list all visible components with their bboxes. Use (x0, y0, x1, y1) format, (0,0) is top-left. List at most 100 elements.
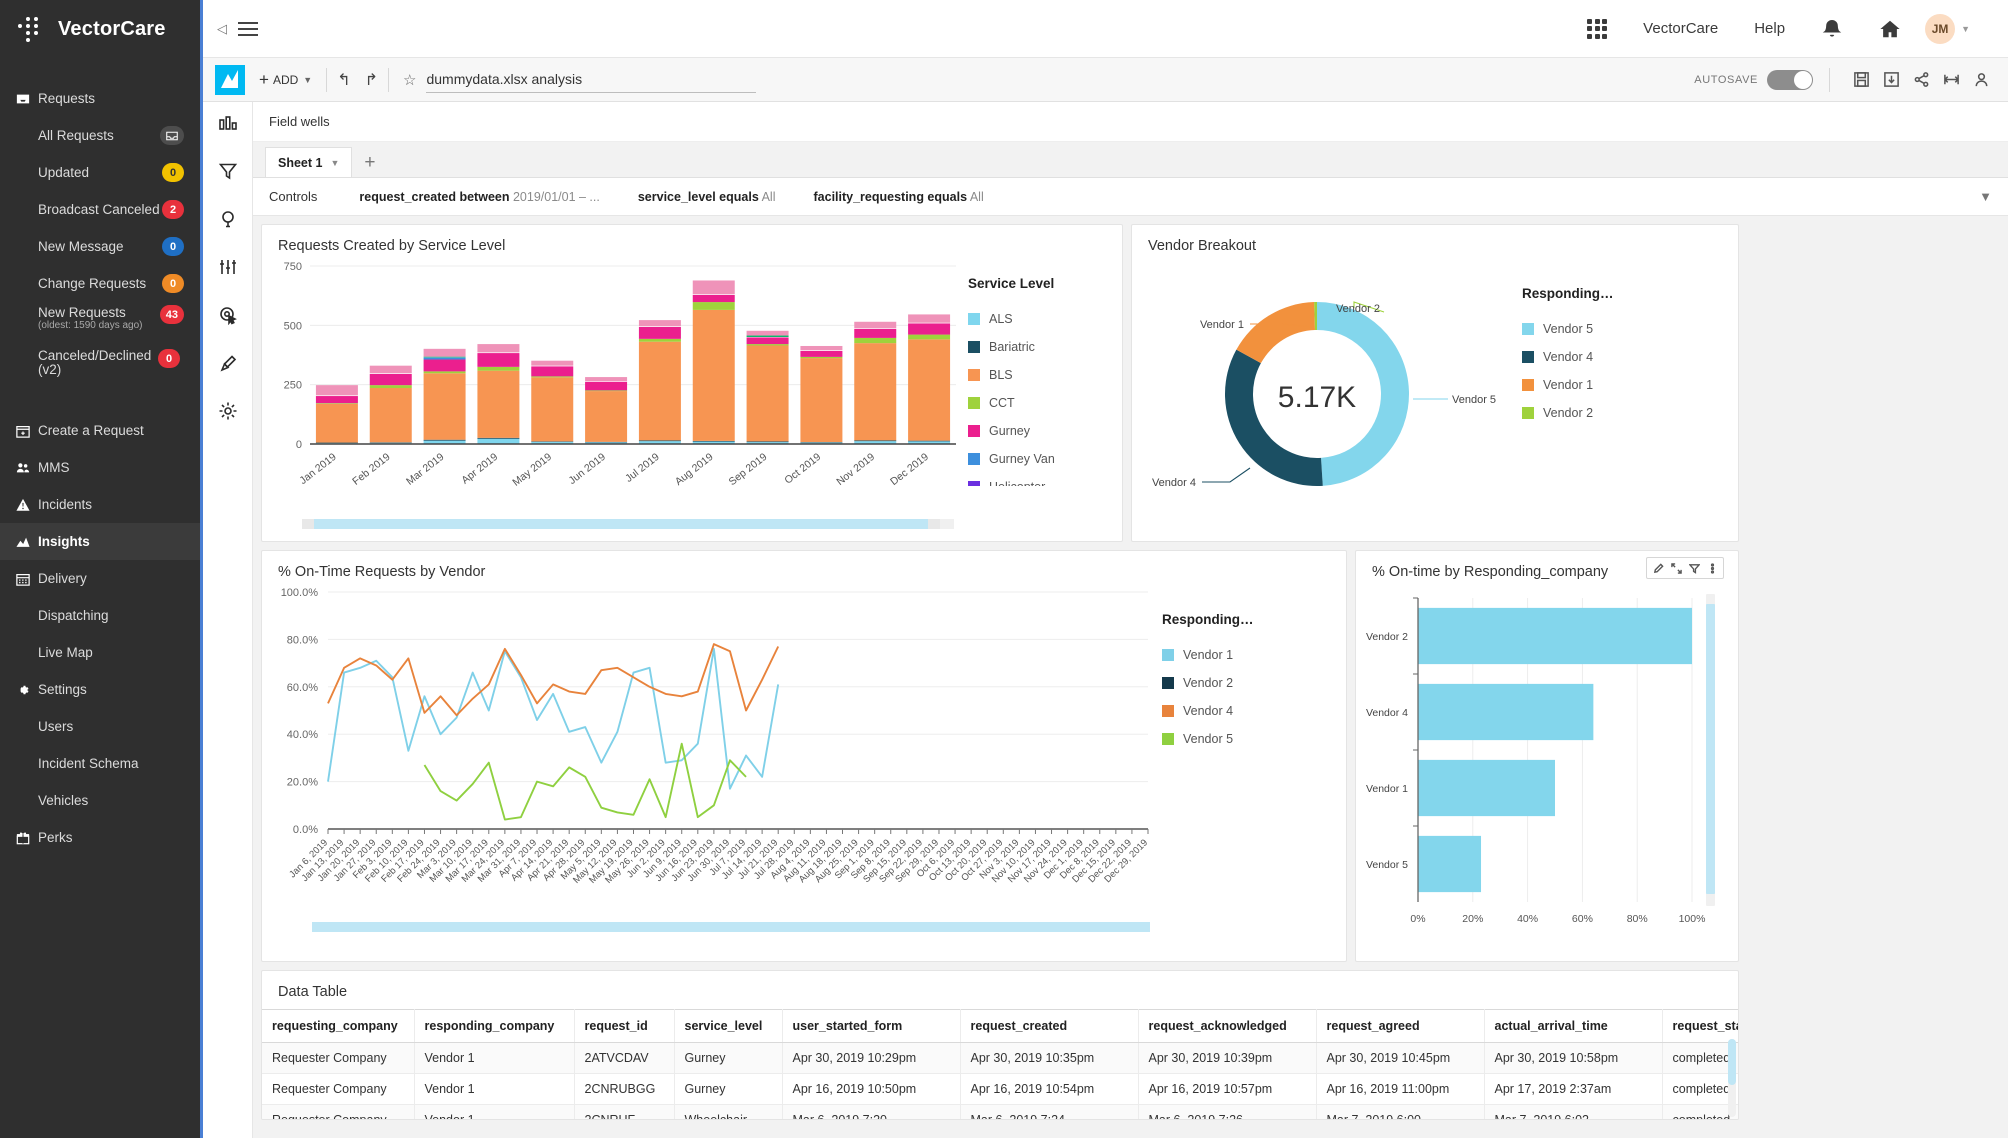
sidebar-item-incidents[interactable]: Incidents (0, 486, 200, 523)
sidebar-item-vehicles[interactable]: Vehicles (0, 782, 200, 819)
scroll-right-end[interactable] (928, 519, 940, 529)
filter-facility-requesting[interactable]: facility_requesting equals All (814, 190, 984, 204)
table-column-header[interactable]: service_level (674, 1009, 783, 1043)
legend-item[interactable]: Helicopter (968, 473, 1118, 486)
table-column-header[interactable]: actual_arrival_time (1484, 1009, 1663, 1043)
legend-item[interactable]: Vendor 1 (1162, 641, 1342, 669)
legend-item[interactable]: Vendor 4 (1522, 343, 1722, 371)
legend-item[interactable]: Gurney (968, 417, 1118, 445)
scroll-thumb[interactable] (1728, 1039, 1736, 1085)
donut-chart[interactable]: 5.17K Vendor 2 Vendor 1 Vendor 5 Vendor 4 (1132, 254, 1522, 529)
add-button[interactable]: + ADD ▼ (255, 70, 316, 90)
legend-item[interactable]: CCT (968, 389, 1118, 417)
bar-chart-icon[interactable] (213, 108, 243, 138)
chart-horizontal-scrollbar[interactable] (302, 519, 954, 529)
legend-item[interactable]: Vendor 2 (1162, 669, 1342, 697)
table-column-header[interactable]: request_id (574, 1009, 675, 1043)
stacked-bar-chart[interactable]: 0 250 500 750 Jan 2019 Feb 2019 Mar 2019 Apr 20… (262, 254, 968, 529)
sidebar-item-broadcast-canceled[interactable]: Broadcast Canceled 2 (0, 191, 200, 228)
sidebar-header-requests[interactable]: Requests (0, 80, 200, 117)
table-column-header[interactable]: responding_company (414, 1009, 575, 1043)
filter-icon[interactable] (1685, 558, 1703, 578)
brush-icon[interactable] (213, 348, 243, 378)
table-vertical-scrollbar[interactable] (1728, 1039, 1736, 1117)
notifications-button[interactable] (1803, 0, 1861, 58)
sidebar-item-new-message[interactable]: New Message 0 (0, 228, 200, 265)
line-chart[interactable]: 0.0% 20.0% 40.0% 60.0% 80.0% 100.0% Jan 6, 201… (262, 580, 1162, 932)
sidebar-item-perks[interactable]: Perks (0, 819, 200, 856)
quicksight-app-icon[interactable] (215, 64, 245, 95)
table-row[interactable]: Requester Company Vendor 1 2ATVCDAV Gurney A… (262, 1042, 1738, 1074)
document-name-input[interactable]: dummydata.xlsx analysis (426, 67, 757, 93)
sidebar-item-new-requests[interactable]: New Requests (oldest: 1590 days ago) 43 (0, 302, 200, 346)
sidebar-item-all-requests[interactable]: All Requests (0, 117, 200, 154)
legend-item[interactable]: Vendor 1 (1522, 371, 1722, 399)
help-link[interactable]: Help (1736, 0, 1803, 58)
collapse-sidebar-icon[interactable]: ◁ (213, 21, 231, 37)
sidebar-item-mms[interactable]: MMS (0, 449, 200, 486)
edit-pencil-icon[interactable] (1649, 558, 1667, 578)
favorite-star-icon[interactable]: ☆ (403, 71, 416, 89)
scroll-thumb[interactable] (314, 519, 928, 529)
legend-item[interactable]: Vendor 5 (1522, 315, 1722, 343)
lightbulb-icon[interactable] (213, 204, 243, 234)
legend-item[interactable]: Vendor 2 (1522, 399, 1722, 427)
table-column-header[interactable]: user_started_form (782, 1009, 961, 1043)
save-icon[interactable] (1846, 65, 1876, 95)
share-icon[interactable] (1906, 65, 1936, 95)
sidebar-item-create-a-request[interactable]: Create a Request (0, 412, 200, 449)
redo-icon[interactable]: ↱ (365, 70, 378, 90)
sidebar-item-canceled-declined[interactable]: Canceled/Declined (v2) 0 (0, 346, 200, 390)
sidebar-item-delivery[interactable]: Delivery (0, 560, 200, 597)
download-icon[interactable] (1876, 65, 1906, 95)
table-column-header[interactable]: request_agreed (1316, 1009, 1485, 1043)
table-column-header[interactable]: request_acknowledged (1138, 1009, 1317, 1043)
resize-width-icon[interactable] (1936, 65, 1966, 95)
table-column-header[interactable]: request_created (960, 1009, 1139, 1043)
person-icon[interactable] (1966, 65, 1996, 95)
filter-service-level[interactable]: service_level equals All (638, 190, 776, 204)
table-row[interactable]: Requester Company Vendor 1 2CNRUF Wheelchai… (262, 1104, 1738, 1119)
table-row[interactable]: Requester Company Vendor 1 2CNRUBGG Gurney A… (262, 1073, 1738, 1105)
horizontal-bar-chart[interactable]: 0% 20% 40% 60% 80% 100% Vendor 2 Vendor 4 Vendor… (1356, 580, 1738, 953)
sliders-icon[interactable] (213, 252, 243, 282)
sidebar-item-users[interactable]: Users (0, 708, 200, 745)
chart-horizontal-scrollbar[interactable] (312, 922, 1150, 932)
sidebar-item-updated[interactable]: Updated 0 (0, 154, 200, 191)
home-button[interactable] (1861, 0, 1919, 58)
apps-grid-button[interactable] (1569, 0, 1625, 58)
autosave-toggle[interactable] (1767, 69, 1813, 90)
sidebar-item-live-map[interactable]: Live Map (0, 634, 200, 671)
legend-item[interactable]: Bariatric (968, 333, 1118, 361)
legend-item[interactable]: BLS (968, 361, 1118, 389)
legend-item[interactable]: Gurney Van (968, 445, 1118, 473)
sidebar-item-dispatching[interactable]: Dispatching (0, 597, 200, 634)
sidebar-item-incident-schema[interactable]: Incident Schema (0, 745, 200, 782)
brand-logo[interactable]: VectorCare (0, 0, 200, 58)
filter-request-created[interactable]: request_created between 2019/01/01 – ... (359, 190, 599, 204)
sidebar-item-change-requests[interactable]: Change Requests 0 (0, 265, 200, 302)
collapse-controls-icon[interactable]: ▼ (1979, 189, 1992, 204)
table-cell: Requester Company (262, 1042, 415, 1074)
product-link[interactable]: VectorCare (1625, 0, 1736, 58)
table-column-header[interactable]: requesting_company (262, 1009, 415, 1043)
sidebar-item-insights[interactable]: Insights (0, 523, 200, 560)
legend-item[interactable]: ALS (968, 305, 1118, 333)
more-menu-icon[interactable] (1703, 558, 1721, 578)
scroll-left-end[interactable] (302, 519, 314, 529)
sidebar-item-settings[interactable]: Settings (0, 671, 200, 708)
legend-item[interactable]: Vendor 4 (1162, 697, 1342, 725)
target-click-icon[interactable] (213, 300, 243, 330)
table-column-header[interactable]: request_state (1662, 1009, 1738, 1043)
expand-icon[interactable] (1667, 558, 1685, 578)
filter-icon[interactable] (213, 156, 243, 186)
tab-sheet-1[interactable]: Sheet 1 ▼ (265, 147, 353, 177)
add-sheet-button[interactable]: + (364, 152, 375, 174)
user-menu[interactable]: JM ▼ (1919, 0, 1988, 58)
gear-icon[interactable] (213, 396, 243, 426)
undo-icon[interactable]: ↰ (337, 70, 350, 90)
data-table[interactable]: requesting_company responding_company requ… (262, 1009, 1738, 1119)
legend-item[interactable]: Vendor 5 (1162, 725, 1342, 753)
scroll-thumb[interactable] (312, 922, 1150, 932)
hamburger-menu-icon[interactable] (231, 12, 265, 46)
